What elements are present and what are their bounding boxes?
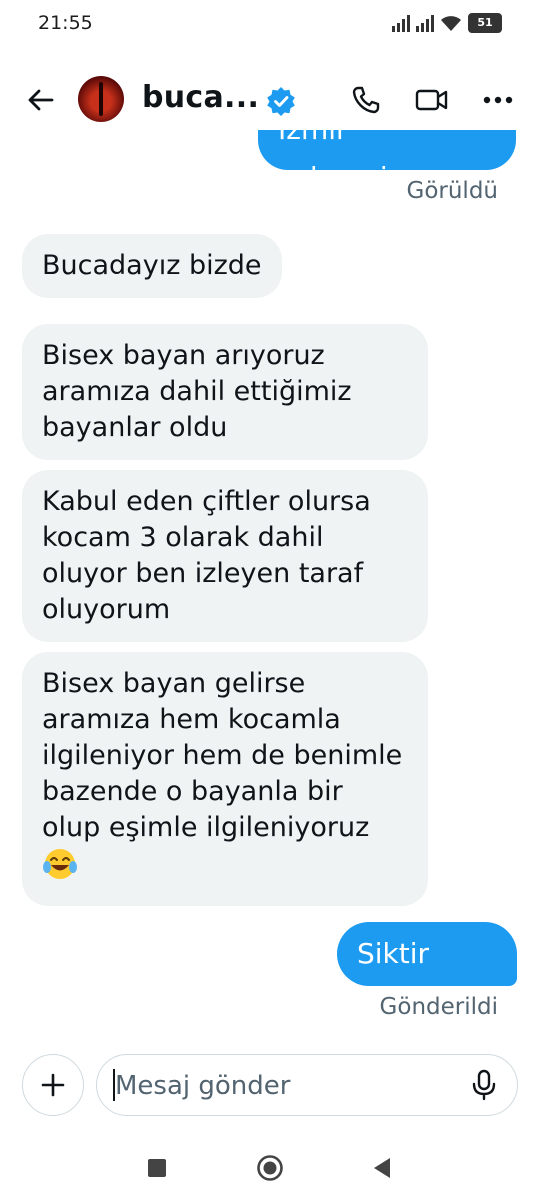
verified-badge-icon [267,87,295,116]
message-line: oluyorum [42,594,171,625]
incoming-message-bubble[interactable]: Bisex bayan gelirse aramıza hem kocamla … [22,652,428,906]
recents-nav-button[interactable] [137,1148,177,1188]
recents-square-icon [148,1159,166,1177]
read-receipt: Görüldü [406,178,499,204]
outgoing-message-bubble[interactable]: İzmir selenmisar [258,130,516,170]
message-line: aramıza dahil ettiğimiz [42,376,352,407]
plus-icon [41,1073,65,1097]
text-cursor [113,1069,115,1101]
message-line: oluyor ben izleyen taraf [42,558,364,589]
message-line: Bisex bayan gelirse [42,668,306,699]
video-call-button[interactable] [412,80,452,120]
more-horizontal-icon [483,96,513,104]
back-triangle-icon [374,1158,390,1178]
message-line: aramıza hem kocamla [42,704,341,735]
incoming-message-bubble[interactable]: Kabul eden çiftler olursa kocam 3 olarak… [22,470,428,642]
message-list[interactable]: İzmir selenmisar Görüldü Bucadayız bizde… [0,130,540,1040]
status-icons: 51 [392,13,502,33]
incoming-message-bubble[interactable]: Bucadayız bizde [22,234,282,298]
status-time: 21:55 [38,12,93,34]
wifi-icon [441,15,461,31]
incoming-message-bubble[interactable]: Bisex bayan arıyoruz aramıza dahil ettiğ… [22,324,428,460]
call-button[interactable] [346,80,386,120]
message-line: Bisex bayan arıyoruz [42,340,325,371]
message-line: olup eşimle ilgileniyoruz [42,812,370,843]
contact-name[interactable]: buca... [142,80,259,115]
voice-message-button[interactable] [465,1066,503,1104]
back-arrow-icon [28,89,54,111]
message-composer[interactable] [96,1054,518,1117]
cell-signal-icon-2 [416,14,434,32]
home-circle-icon [257,1155,283,1181]
phone-icon [352,86,380,114]
battery-indicator: 51 [468,13,502,33]
laughing-tears-emoji [43,849,77,879]
home-nav-button[interactable] [250,1148,290,1188]
message-line: bayanlar oldu [42,412,228,443]
add-attachment-button[interactable] [22,1054,84,1116]
outgoing-message-bubble[interactable]: Siktir amk [337,922,517,1034]
message-text: Bucadayız bizde [42,250,262,281]
microphone-icon [472,1069,496,1101]
message-text: İzmir selenmisar [278,130,431,170]
sent-receipt: Gönderildi [379,994,498,1020]
message-line: kocam 3 olarak dahil [42,522,324,553]
back-button[interactable] [22,82,58,118]
video-camera-icon [415,89,448,111]
more-options-button[interactable] [478,80,518,120]
message-line: Kabul eden çiftler olursa [42,486,371,517]
cell-signal-icon [392,14,410,32]
message-input[interactable] [113,1055,467,1117]
contact-avatar[interactable] [78,76,124,122]
back-nav-button[interactable] [362,1148,402,1188]
message-line: bazende o bayanla bir [42,776,343,807]
message-line: ilgileniyor hem de benimle [42,740,403,771]
